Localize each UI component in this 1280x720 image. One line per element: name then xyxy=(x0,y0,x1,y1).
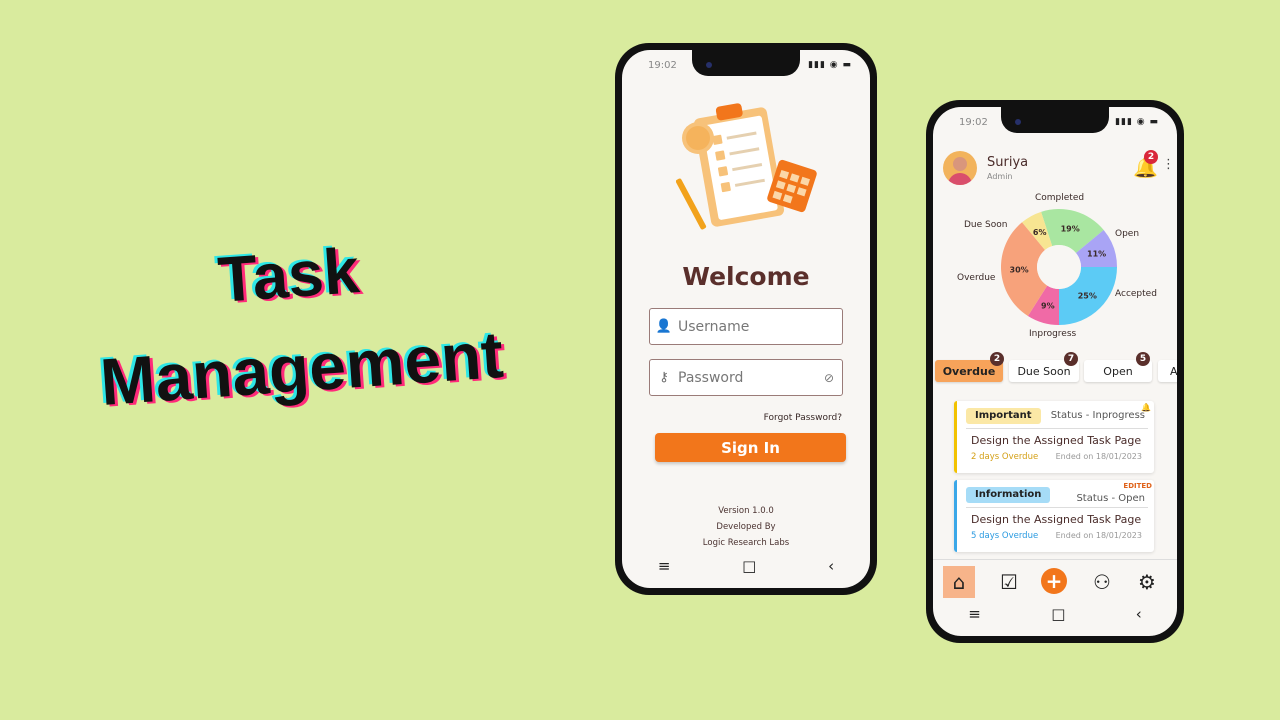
divider xyxy=(966,507,1148,508)
home-nav-icon[interactable]: □ xyxy=(742,557,756,575)
tab-count-badge: 2 xyxy=(990,352,1004,366)
task-due: 5 days Overdue xyxy=(971,531,1039,541)
dashboard-phone: 19:02 ▮▮▮ ◉ ▬ Suriya Admin 🔔 2 ⋮ 19% 11% 2… xyxy=(926,100,1184,643)
menu-nav-icon[interactable]: ≡ xyxy=(658,557,671,575)
task-ended: Ended on 18/01/2023 xyxy=(1055,452,1142,461)
task-card[interactable]: Important 🔔 Status - Inprogress Design t… xyxy=(954,401,1154,473)
task-status: Status - Inprogress xyxy=(1050,410,1145,421)
card-accent xyxy=(954,480,957,552)
tab-accepted[interactable]: Ac xyxy=(1158,360,1177,382)
task-ended: Ended on 18/01/2023 xyxy=(1055,531,1142,540)
welcome-heading: Welcome xyxy=(682,262,810,291)
system-nav-bar: ≡ □ ‹ xyxy=(933,592,1177,636)
user-role: Admin xyxy=(987,172,1013,181)
pie-label-inprogress: Inprogress xyxy=(1029,329,1077,339)
priority-chip: Important xyxy=(966,408,1041,424)
username-placeholder: Username xyxy=(678,318,750,335)
back-nav-icon[interactable]: ‹ xyxy=(1136,605,1142,623)
forgot-password-link[interactable]: Forgot Password? xyxy=(764,413,842,423)
status-time: 19:02 xyxy=(959,117,988,128)
status-time: 19:02 xyxy=(648,60,677,71)
pie-value-label: 30% xyxy=(1010,266,1029,275)
username-field[interactable]: 👤 Username xyxy=(649,308,843,345)
password-placeholder: Password xyxy=(678,369,744,386)
pie-value-label: 11% xyxy=(1087,249,1106,258)
edited-flag: EDITED xyxy=(1123,482,1152,490)
menu-nav-icon[interactable]: ≡ xyxy=(968,605,981,623)
avatar[interactable] xyxy=(943,151,977,185)
divider xyxy=(966,428,1148,429)
user-icon: 👤 xyxy=(655,319,673,334)
eye-off-icon[interactable]: ⊘ xyxy=(816,371,842,385)
camera-notch xyxy=(1001,107,1109,133)
status-donut-chart: 19% 11% 25% 9% 30% 6% xyxy=(1001,209,1117,325)
key-icon: ⚷ xyxy=(659,370,669,385)
clipboard-illustration xyxy=(676,103,817,230)
tab-label: Ac xyxy=(1170,364,1177,378)
add-icon[interactable]: + xyxy=(1041,568,1067,594)
developed-by-text: Developed By xyxy=(716,522,776,532)
pie-label-open: Open xyxy=(1115,229,1140,239)
pie-value-label: 9% xyxy=(1041,301,1055,310)
hero-title-line2: Management xyxy=(97,317,506,419)
status-icons: ▮▮▮ ◉ ▬ xyxy=(1115,117,1159,127)
back-nav-icon[interactable]: ‹ xyxy=(828,557,834,575)
task-status: Status - Open xyxy=(1076,493,1145,504)
status-icons: ▮▮▮ ◉ ▬ xyxy=(808,60,852,70)
hero-title-line1: Task xyxy=(215,234,362,316)
tab-label: Due Soon xyxy=(1017,364,1071,378)
task-due: 2 days Overdue xyxy=(971,452,1039,462)
card-accent xyxy=(954,401,957,473)
tab-label: Open xyxy=(1103,364,1133,378)
home-nav-icon[interactable]: □ xyxy=(1051,605,1065,623)
version-text: Version 1.0.0 xyxy=(718,506,774,516)
task-card[interactable]: EDITED Information Status - Open Design … xyxy=(954,480,1154,552)
task-title: Design the Assigned Task Page xyxy=(971,513,1142,526)
tab-label: Overdue xyxy=(942,364,996,378)
pie-value-label: 25% xyxy=(1078,291,1097,300)
notification-badge: 2 xyxy=(1144,150,1158,164)
tab-count-badge: 7 xyxy=(1064,352,1078,366)
user-name: Suriya xyxy=(987,155,1029,170)
pie-label-overdue: Overdue xyxy=(957,273,996,283)
login-screen: 19:02 ▮▮▮ ◉ ▬ Welcome 👤 Username ⚷ Passw… xyxy=(622,50,870,588)
login-phone: 19:02 ▮▮▮ ◉ ▬ Welcome 👤 Username ⚷ Passw… xyxy=(615,43,877,595)
system-nav-bar: ≡ □ ‹ xyxy=(622,544,870,588)
password-field[interactable]: ⚷ Password ⊘ xyxy=(649,359,843,396)
task-title: Design the Assigned Task Page xyxy=(971,434,1142,447)
dashboard-screen: 19:02 ▮▮▮ ◉ ▬ Suriya Admin 🔔 2 ⋮ 19% 11% 2… xyxy=(933,107,1177,636)
more-options-icon[interactable]: ⋮ xyxy=(1162,157,1175,172)
sign-in-button[interactable]: Sign In xyxy=(655,433,846,462)
pie-label-completed: Completed xyxy=(1035,193,1085,203)
pie-label-accepted: Accepted xyxy=(1115,289,1157,299)
camera-notch xyxy=(692,50,800,76)
pie-label-due-soon: Due Soon xyxy=(964,220,1008,230)
tab-count-badge: 5 xyxy=(1136,352,1150,366)
priority-chip: Information xyxy=(966,487,1051,503)
pie-value-label: 19% xyxy=(1061,225,1080,234)
pie-value-label: 6% xyxy=(1033,228,1047,237)
status-tabs: Overdue 2 Due Soon 7 Open 5 Ac xyxy=(933,352,1177,390)
donut-hole xyxy=(1037,245,1081,289)
